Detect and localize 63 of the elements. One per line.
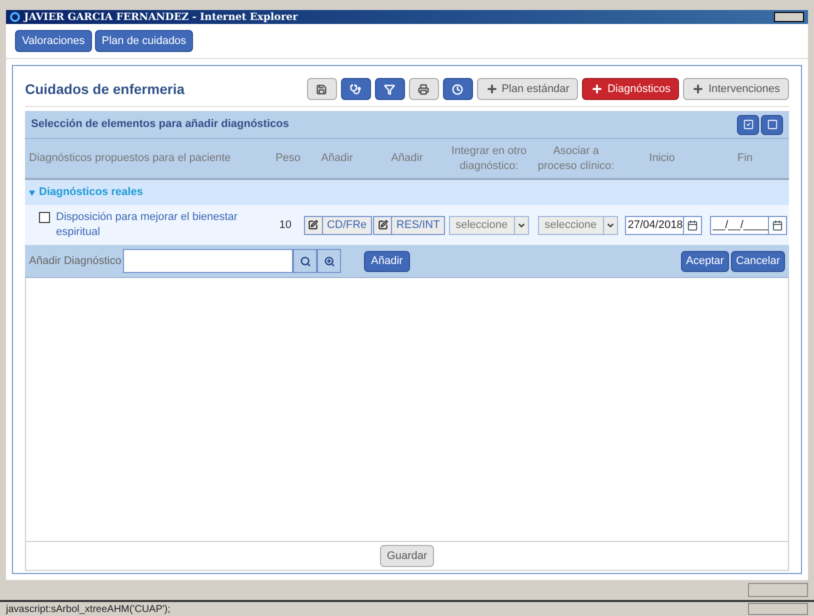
checkbox-checked-icon <box>742 119 754 130</box>
plus-icon <box>486 83 498 95</box>
edit-icon <box>378 220 388 230</box>
panel-title: Cuidados de enfermeria <box>25 80 186 98</box>
nav-tab[interactable]: Valoraciones <box>15 30 92 52</box>
column-header: Peso <box>274 151 302 166</box>
date-field[interactable]: __/__/____ <box>710 216 787 234</box>
status-text: javascript:sArbol_xtreeAHM('CUAP'); <box>6 602 172 616</box>
status-panel <box>748 603 808 615</box>
save-icon <box>316 84 328 94</box>
calendar-icon <box>686 220 698 230</box>
date-field[interactable]: 27/04/2018 <box>624 216 702 234</box>
zoom-in-icon <box>324 256 334 266</box>
window-title: JAVIER GARCIA FERNANDEZ - Internet Explorer <box>24 10 298 24</box>
stethoscope-icon <box>350 84 362 94</box>
add-button[interactable]: CD/FRe <box>304 216 372 234</box>
section-title: Selección de elementos para añadir diagnósticos <box>31 117 290 132</box>
filter-button[interactable] <box>374 78 405 100</box>
checkbox-empty-icon <box>766 119 778 130</box>
add-diagnosis-label: Añadir Diagnóstico <box>29 254 122 269</box>
diagnosis-search-field[interactable] <box>123 249 293 273</box>
column-header: Fin <box>736 151 754 166</box>
status-panel <box>748 583 808 597</box>
column-header: Asociar a proceso clínico: <box>536 144 616 174</box>
plus-icon <box>591 83 604 95</box>
weight-value: 10 <box>278 218 292 233</box>
plus-icon <box>692 83 704 95</box>
row-checkbox[interactable] <box>39 212 50 223</box>
edit-icon <box>308 220 318 230</box>
filter-icon <box>384 84 396 94</box>
printer-button[interactable] <box>408 78 439 100</box>
browser-logo-icon <box>10 12 20 22</box>
caret-icon <box>606 220 615 230</box>
diagnosis-name: Disposición para mejorar el bienestar espiritual <box>56 210 239 240</box>
save-button[interactable] <box>306 78 337 100</box>
clock-button[interactable] <box>442 78 473 100</box>
column-header: Añadir <box>390 151 424 166</box>
zoom-in-button[interactable] <box>317 249 341 273</box>
nav-tab[interactable]: Plan de cuidados <box>94 30 194 52</box>
cancel-button[interactable]: Cancelar <box>730 250 785 272</box>
add-button[interactable]: Añadir <box>364 250 410 272</box>
column-header: Inicio <box>648 151 676 166</box>
select-all-button[interactable] <box>737 114 759 134</box>
toolbar-button[interactable]: Intervenciones <box>683 78 789 100</box>
column-header: Añadir <box>320 151 354 166</box>
window-controls-icon[interactable] <box>774 12 804 22</box>
calendar-icon <box>772 220 783 230</box>
deselect-all-button[interactable] <box>761 114 783 134</box>
select-field[interactable]: seleccione <box>538 216 618 234</box>
clock-icon <box>452 84 464 94</box>
toolbar-button[interactable]: Diagnósticos <box>582 78 680 100</box>
column-header: Integrar en otro diagnóstico: <box>450 144 528 174</box>
printer-icon <box>418 84 430 94</box>
select-field[interactable]: seleccione <box>448 216 529 234</box>
toolbar-button[interactable]: Plan estándar <box>476 78 578 100</box>
search-button[interactable] <box>293 249 317 273</box>
stethoscope-button[interactable] <box>340 78 371 100</box>
accept-button[interactable]: Aceptar <box>681 250 729 272</box>
add-button[interactable]: RES/INT <box>373 216 445 234</box>
column-header: Diagnósticos propuestos para el paciente <box>28 151 232 166</box>
save-button[interactable]: Guardar <box>380 545 434 567</box>
caret-icon <box>516 220 526 230</box>
search-icon <box>300 256 310 266</box>
